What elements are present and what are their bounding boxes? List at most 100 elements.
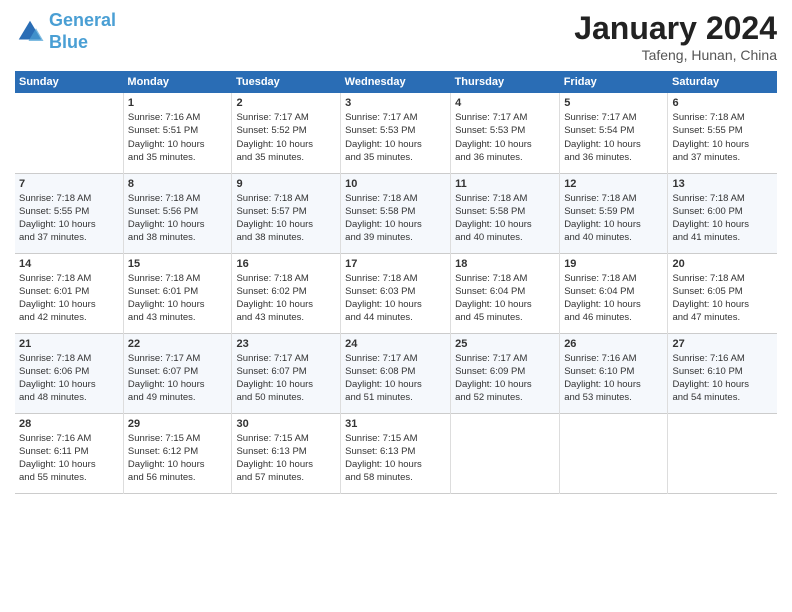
cell-content: Sunrise: 7:18 AMSunset: 5:58 PMDaylight:… [345,192,446,245]
location-subtitle: Tafeng, Hunan, China [574,47,777,63]
day-number: 23 [236,338,336,350]
cell-content: Sunrise: 7:17 AMSunset: 5:53 PMDaylight:… [455,111,555,164]
calendar-cell: 24 Sunrise: 7:17 AMSunset: 6:08 PMDayligh… [341,333,451,413]
day-number: 24 [345,338,446,350]
cell-content: Sunrise: 7:17 AMSunset: 6:09 PMDaylight:… [455,352,555,405]
calendar-cell: 3Sunrise: 7:17 AMSunset: 5:53 PMDaylight… [341,93,451,173]
day-of-week-sunday: Sunday [15,71,123,93]
day-number: 7 [19,178,119,190]
day-number: 11 [455,178,555,190]
calendar-cell: 8 Sunrise: 7:18 AMSunset: 5:56 PMDaylight… [123,173,232,253]
day-number: 10 [345,178,446,190]
calendar-cell: 18Sunrise: 7:18 AMSunset: 6:04 PMDayligh… [451,253,560,333]
cell-content: Sunrise: 7:17 AMSunset: 6:07 PMDaylight:… [128,352,228,405]
calendar-cell [451,413,560,493]
logo: General Blue [15,10,116,53]
calendar-header-row: SundayMondayTuesdayWednesdayThursdayFrid… [15,71,777,93]
page-container: General Blue January 2024 Tafeng, Hunan,… [0,0,792,504]
calendar-cell: 20Sunrise: 7:18 AMSunset: 6:05 PMDayligh… [668,253,777,333]
logo-text: General Blue [49,10,116,53]
calendar-cell: 31 Sunrise: 7:15 AMSunset: 6:13 PMDayligh… [341,413,451,493]
calendar-cell [560,413,668,493]
day-of-week-monday: Monday [123,71,232,93]
day-number: 31 [345,418,446,430]
day-number: 1 [128,97,228,109]
week-row-5: 28 Sunrise: 7:16 AMSunset: 6:11 PMDayligh… [15,413,777,493]
day-number: 28 [19,418,119,430]
day-number: 9 [236,178,336,190]
day-of-week-wednesday: Wednesday [341,71,451,93]
calendar-cell: 26 Sunrise: 7:16 AMSunset: 6:10 PMDayligh… [560,333,668,413]
day-number: 27 [672,338,773,350]
calendar-cell: 21Sunrise: 7:18 AMSunset: 6:06 PMDayligh… [15,333,123,413]
cell-content: Sunrise: 7:18 AMSunset: 5:56 PMDaylight:… [128,192,228,245]
cell-content: Sunrise: 7:15 AMSunset: 6:13 PMDaylight:… [345,432,446,485]
calendar-cell: 13Sunrise: 7:18 AMSunset: 6:00 PMDayligh… [668,173,777,253]
week-row-2: 7 Sunrise: 7:18 AMSunset: 5:55 PMDaylight… [15,173,777,253]
cell-content: Sunrise: 7:16 AMSunset: 5:51 PMDaylight:… [128,111,228,164]
cell-content: Sunrise: 7:18 AMSunset: 6:04 PMDaylight:… [455,272,555,325]
day-number: 12 [564,178,663,190]
day-number: 22 [128,338,228,350]
logo-icon [15,17,45,47]
day-number: 8 [128,178,228,190]
day-number: 2 [236,97,336,109]
cell-content: Sunrise: 7:18 AMSunset: 5:55 PMDaylight:… [19,192,119,245]
cell-content: Sunrise: 7:17 AMSunset: 5:52 PMDaylight:… [236,111,336,164]
calendar-cell: 19Sunrise: 7:18 AMSunset: 6:04 PMDayligh… [560,253,668,333]
calendar-cell: 7 Sunrise: 7:18 AMSunset: 5:55 PMDaylight… [15,173,123,253]
day-number: 29 [128,418,228,430]
calendar-cell: 16 Sunrise: 7:18 AMSunset: 6:02 PMDayligh… [232,253,341,333]
cell-content: Sunrise: 7:18 AMSunset: 6:01 PMDaylight:… [128,272,228,325]
cell-content: Sunrise: 7:17 AMSunset: 5:53 PMDaylight:… [345,111,446,164]
cell-content: Sunrise: 7:18 AMSunset: 5:55 PMDaylight:… [672,111,773,164]
title-block: January 2024 Tafeng, Hunan, China [574,10,777,63]
cell-content: Sunrise: 7:15 AMSunset: 6:12 PMDaylight:… [128,432,228,485]
cell-content: Sunrise: 7:16 AMSunset: 6:11 PMDaylight:… [19,432,119,485]
calendar-cell: 2 Sunrise: 7:17 AMSunset: 5:52 PMDaylight… [232,93,341,173]
day-of-week-tuesday: Tuesday [232,71,341,93]
day-number: 5 [564,97,663,109]
calendar-cell: 22 Sunrise: 7:17 AMSunset: 6:07 PMDayligh… [123,333,232,413]
day-number: 17 [345,258,446,270]
calendar-cell: 23Sunrise: 7:17 AMSunset: 6:07 PMDayligh… [232,333,341,413]
day-of-week-saturday: Saturday [668,71,777,93]
calendar-cell: 17 Sunrise: 7:18 AMSunset: 6:03 PMDayligh… [341,253,451,333]
cell-content: Sunrise: 7:18 AMSunset: 5:57 PMDaylight:… [236,192,336,245]
cell-content: Sunrise: 7:18 AMSunset: 5:58 PMDaylight:… [455,192,555,245]
cell-content: Sunrise: 7:18 AMSunset: 6:01 PMDaylight:… [19,272,119,325]
week-row-3: 14 Sunrise: 7:18 AMSunset: 6:01 PMDayligh… [15,253,777,333]
calendar-cell [668,413,777,493]
day-number: 26 [564,338,663,350]
page-header: General Blue January 2024 Tafeng, Hunan,… [15,10,777,63]
day-of-week-friday: Friday [560,71,668,93]
cell-content: Sunrise: 7:15 AMSunset: 6:13 PMDaylight:… [236,432,336,485]
calendar-cell: 30 Sunrise: 7:15 AMSunset: 6:13 PMDayligh… [232,413,341,493]
calendar-cell: 4 Sunrise: 7:17 AMSunset: 5:53 PMDaylight… [451,93,560,173]
calendar-cell: 27Sunrise: 7:16 AMSunset: 6:10 PMDayligh… [668,333,777,413]
week-row-1: 1 Sunrise: 7:16 AMSunset: 5:51 PMDaylight… [15,93,777,173]
calendar-cell: 28 Sunrise: 7:16 AMSunset: 6:11 PMDayligh… [15,413,123,493]
cell-content: Sunrise: 7:18 AMSunset: 6:03 PMDaylight:… [345,272,446,325]
day-number: 21 [19,338,119,350]
month-title: January 2024 [574,10,777,47]
day-number: 25 [455,338,555,350]
calendar-table: SundayMondayTuesdayWednesdayThursdayFrid… [15,71,777,494]
day-of-week-thursday: Thursday [451,71,560,93]
day-number: 14 [19,258,119,270]
cell-content: Sunrise: 7:17 AMSunset: 6:08 PMDaylight:… [345,352,446,405]
week-row-4: 21Sunrise: 7:18 AMSunset: 6:06 PMDayligh… [15,333,777,413]
cell-content: Sunrise: 7:18 AMSunset: 6:02 PMDaylight:… [236,272,336,325]
calendar-cell: 1 Sunrise: 7:16 AMSunset: 5:51 PMDaylight… [123,93,232,173]
day-number: 4 [455,97,555,109]
cell-content: Sunrise: 7:17 AMSunset: 5:54 PMDaylight:… [564,111,663,164]
calendar-cell: 15 Sunrise: 7:18 AMSunset: 6:01 PMDayligh… [123,253,232,333]
calendar-cell: 9 Sunrise: 7:18 AMSunset: 5:57 PMDaylight… [232,173,341,253]
cell-content: Sunrise: 7:16 AMSunset: 6:10 PMDaylight:… [564,352,663,405]
calendar-cell: 10 Sunrise: 7:18 AMSunset: 5:58 PMDayligh… [341,173,451,253]
day-number: 16 [236,258,336,270]
day-number: 13 [672,178,773,190]
day-number: 30 [236,418,336,430]
cell-content: Sunrise: 7:18 AMSunset: 6:05 PMDaylight:… [672,272,773,325]
day-number: 15 [128,258,228,270]
